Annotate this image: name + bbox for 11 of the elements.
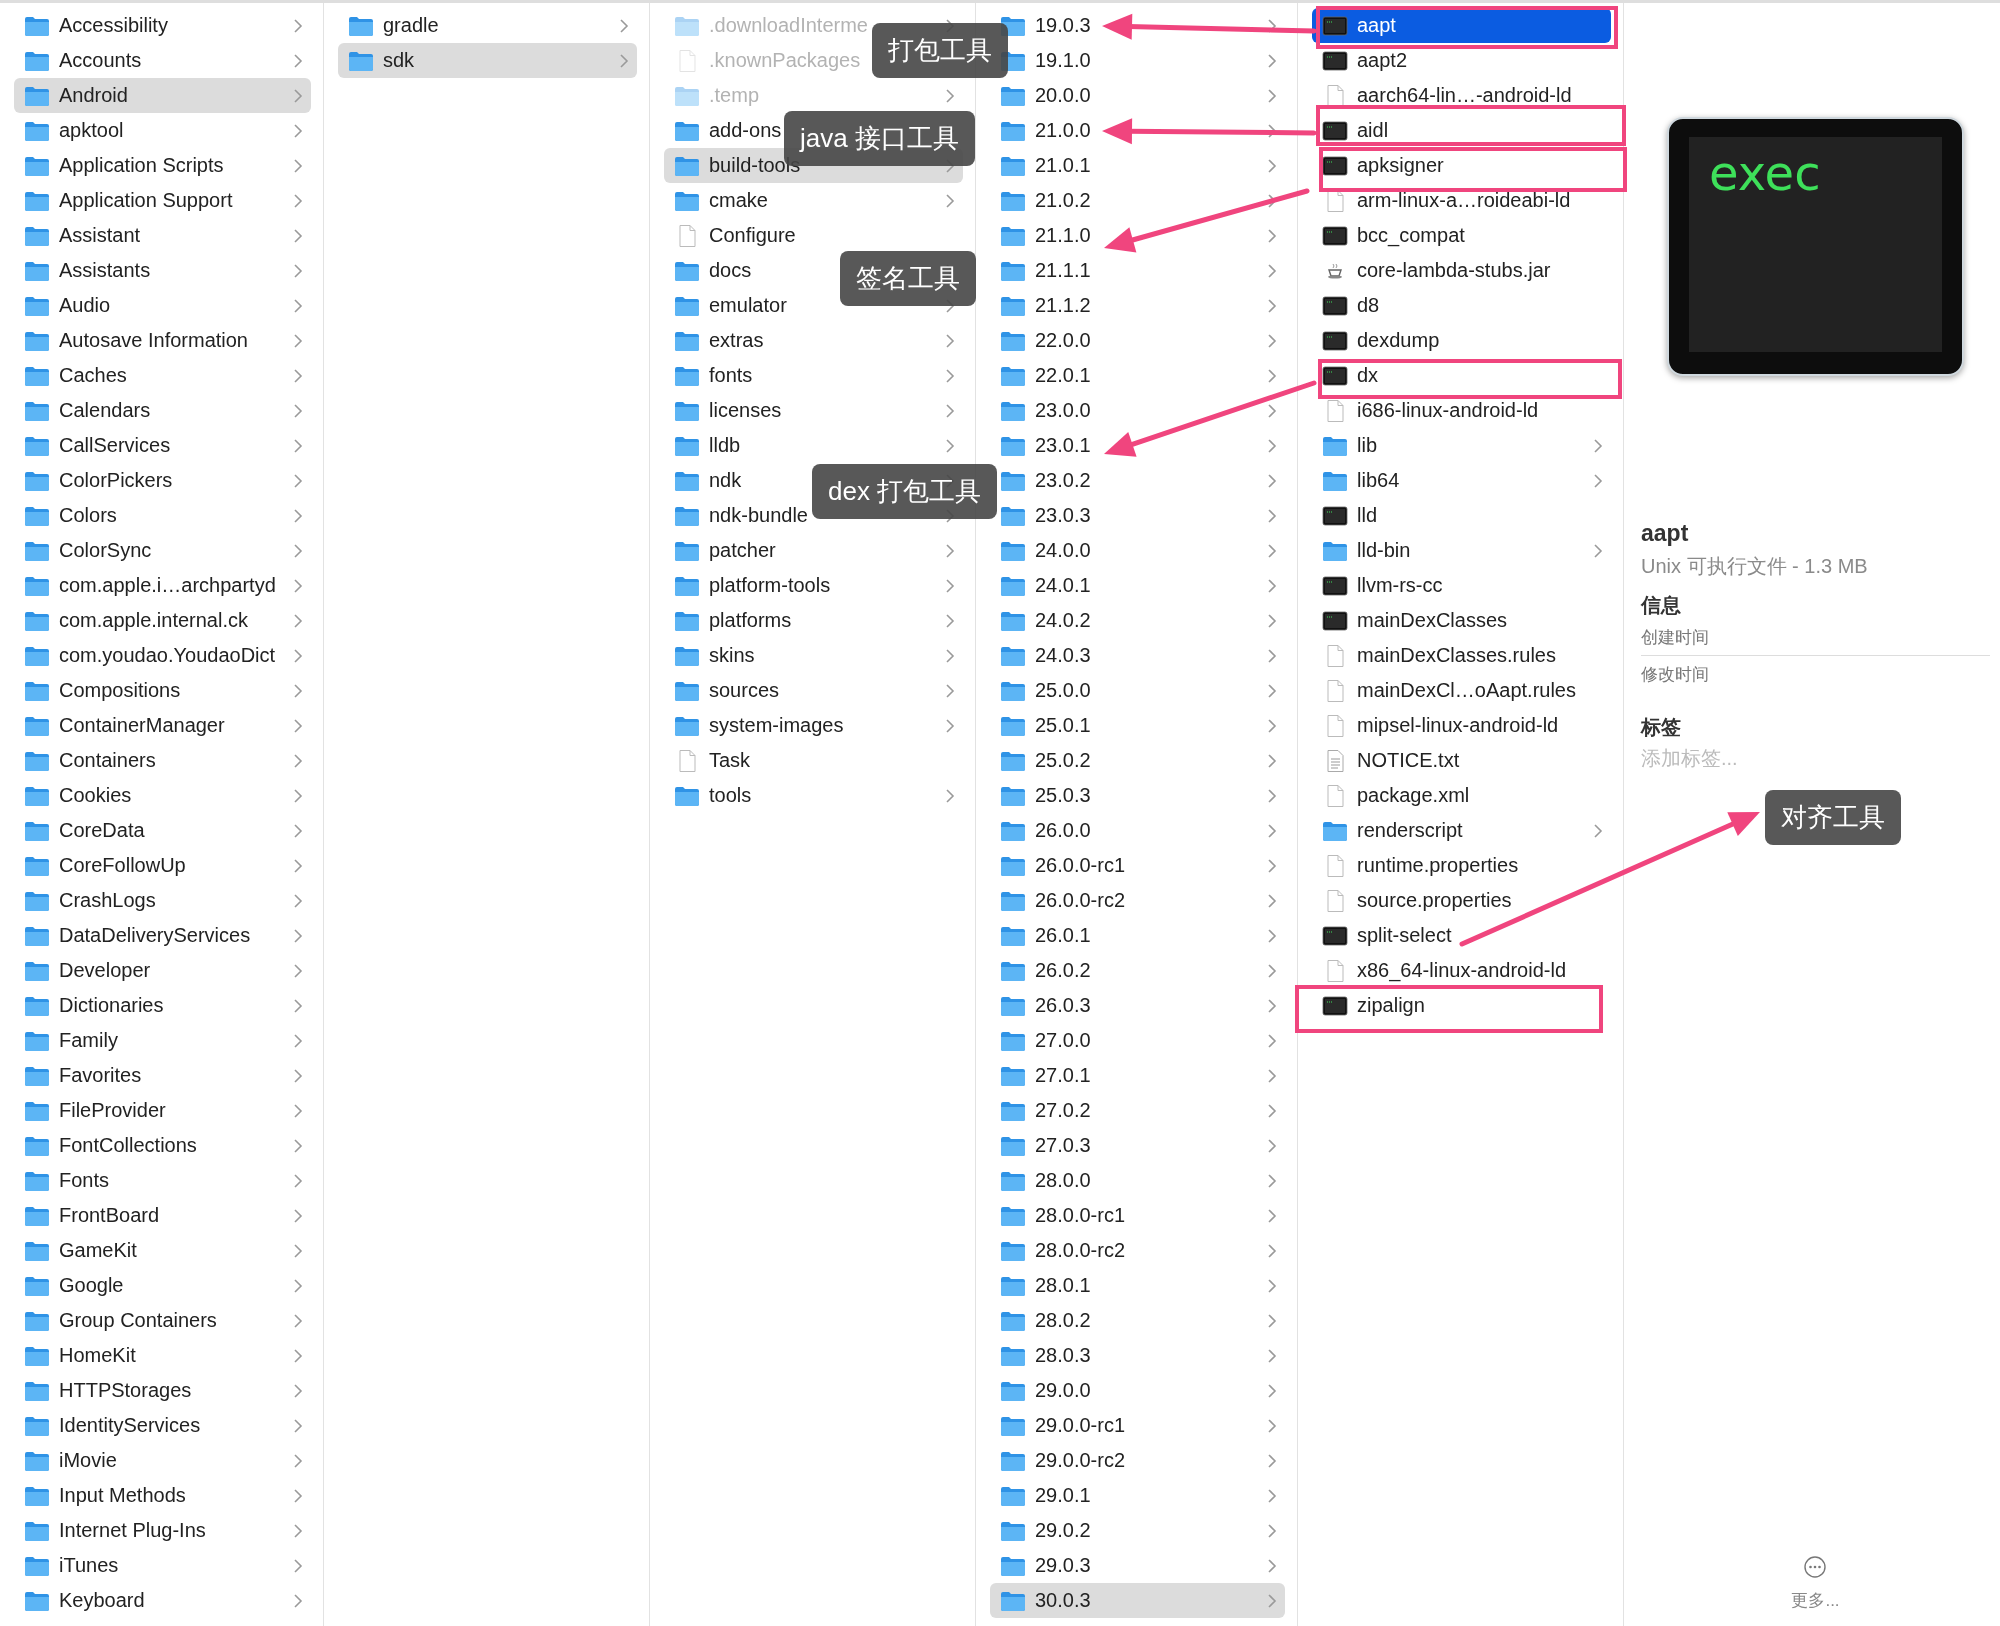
file-name: aapt	[1641, 520, 1690, 547]
section-heading: 标签	[1641, 715, 1682, 740]
file-type-size: Unix 可执行文件 - 1.3 MB	[1641, 554, 1869, 579]
callout-tooltip: 签名工具	[840, 251, 976, 306]
callout-tooltip: 打包工具	[872, 23, 1008, 78]
section-heading: 信息	[1641, 593, 1682, 618]
info-label: 创建时间	[1641, 626, 1709, 649]
callout-tooltip: dex 打包工具	[812, 464, 998, 519]
info-label: 修改时间	[1641, 663, 1709, 686]
icon-caption: exec	[1709, 145, 1821, 201]
callout-tooltip: 对齐工具	[1765, 790, 1901, 845]
